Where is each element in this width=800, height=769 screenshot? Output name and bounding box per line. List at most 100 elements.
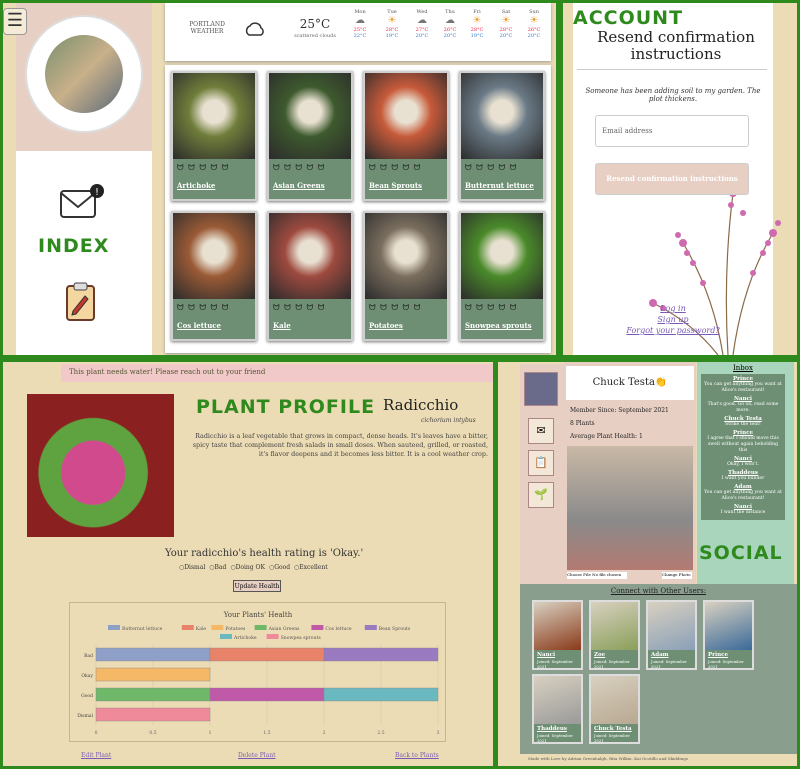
plant-profile-panel: This plant needs water! Please reach out… <box>3 362 493 766</box>
clipboard-icon[interactable] <box>64 281 98 323</box>
edit-plant-link[interactable]: Edit Plant <box>81 752 111 759</box>
plant-link[interactable]: Butternut lettuce <box>465 181 534 190</box>
sun-icon: ☀ <box>472 15 482 26</box>
connect-heading: Connect with Other Users: <box>610 587 707 595</box>
plant-scientific-name: cichorium intybus <box>421 417 476 424</box>
bar <box>209 687 325 702</box>
user-link[interactable]: Chuck Testa <box>594 726 632 732</box>
profile-avatar-icon[interactable] <box>524 372 558 406</box>
user-link[interactable]: Adam <box>651 652 669 658</box>
plant-image <box>461 213 543 299</box>
social-label: SOCIAL <box>699 542 783 564</box>
rating-icons: ᗢ ᗢ ᗢ ᗢ ᗢ <box>465 303 518 312</box>
inbox-message[interactable]: Chuck Testa Strike the tent! <box>703 416 783 428</box>
plant-link[interactable]: Potatoes <box>369 321 403 330</box>
inbox-message[interactable]: Prince You can get anything you want at A… <box>703 376 783 394</box>
bar <box>95 687 211 702</box>
x-tick-label: 1.5 <box>263 730 270 736</box>
user-link[interactable]: Prince <box>708 652 728 658</box>
change-photo-button[interactable]: Change Photo <box>662 572 692 579</box>
signup-link[interactable]: Sign up <box>583 314 763 325</box>
inbox-message[interactable]: Nanci I want the distance <box>703 504 783 516</box>
legend-swatch <box>254 625 267 630</box>
user-card[interactable]: Zoe Joined: September 2021 <box>589 600 640 670</box>
user-card[interactable]: Adam Joined: September 2021 <box>646 600 697 670</box>
health-radio[interactable]: ○Dismal <box>179 564 205 571</box>
user-link[interactable]: Thaddeus <box>537 726 567 732</box>
plant-card[interactable]: ᗢ ᗢ ᗢ ᗢ ᗢ Artichoke <box>171 71 257 201</box>
hamburger-menu-icon[interactable]: ☰ <box>3 8 27 35</box>
user-card[interactable]: Thaddeus Joined: September 2021 <box>532 674 583 744</box>
legend-swatch <box>108 625 120 630</box>
forecast-day: Sun ☀ 26°C 20°C <box>521 9 547 39</box>
index-panel: ! INDEX ☰ PORTLAND WEATHER 25°C scattered… <box>3 3 556 355</box>
weather-desc: scattered clouds <box>294 33 336 39</box>
forecast-day: Tue ☀ 28°C 19°C <box>379 9 405 39</box>
plant-link[interactable]: Bean Sprouts <box>369 181 422 190</box>
user-link[interactable]: Zoe <box>594 652 605 658</box>
health-radio[interactable]: ○Good <box>269 564 290 571</box>
back-to-plants-link[interactable]: Back to Plants <box>395 752 439 759</box>
user-link[interactable]: Nanci <box>537 652 555 658</box>
plant-card[interactable]: ᗢ ᗢ ᗢ ᗢ ᗢ Butternut lettuce <box>459 71 545 201</box>
plant-link[interactable]: Artichoke <box>177 181 215 190</box>
health-radio[interactable]: ○Excellent <box>294 564 328 571</box>
plant-link[interactable]: Snowpea sprouts <box>465 321 532 330</box>
user-image <box>591 676 638 724</box>
account-panel: ACCOUNT Resend confirmation instructions… <box>563 3 797 355</box>
legend-label: Artichoke <box>233 635 257 641</box>
legend-swatch <box>181 625 194 630</box>
inbox-title: Inbox <box>733 364 753 372</box>
update-health-button[interactable]: Update Health <box>233 580 281 592</box>
inbox-message[interactable]: Adam You can get anything you want at Ali… <box>703 484 783 502</box>
legend-label: Bean Sprouts <box>379 626 411 632</box>
plant-card[interactable]: ᗢ ᗢ ᗢ ᗢ ᗢ Snowpea sprouts <box>459 211 545 341</box>
sidebar-header <box>16 3 152 151</box>
mail-notification-icon[interactable]: ! <box>58 183 106 223</box>
cloud-icon: ☁ <box>445 15 455 26</box>
legend-label: Potatoes <box>225 626 246 632</box>
avatar-frame <box>25 15 143 133</box>
footer: Made with Love by Adrian Greenhalgh, Rit… <box>528 756 688 761</box>
water-alert-banner: This plant needs water! Please reach out… <box>61 364 493 382</box>
rating-icons: ᗢ ᗢ ᗢ ᗢ ᗢ <box>273 163 326 172</box>
user-card[interactable]: Nanci Joined: September 2021 <box>532 600 583 670</box>
inbox-message[interactable]: Nanci That's good. Go on, read some more. <box>703 396 783 414</box>
health-radio[interactable]: ○Bad <box>209 564 226 571</box>
health-chart: Your Plants' Health Butternut lettuce Kale… <box>69 602 446 742</box>
plant-link[interactable]: Kale <box>273 321 291 330</box>
rating-icons: ᗢ ᗢ ᗢ ᗢ ᗢ <box>369 163 422 172</box>
plant-link[interactable]: Asian Greens <box>273 181 325 190</box>
x-tick-label: 2 <box>323 730 326 736</box>
choose-file-button[interactable]: Choose File No file chosen <box>567 572 627 579</box>
user-card[interactable]: Prince Joined: September 2021 <box>703 600 754 670</box>
plant-icon[interactable]: 🌱 <box>528 482 554 508</box>
inbox-message[interactable]: Prince I agree that I should move this sw… <box>703 430 783 454</box>
inbox-message[interactable]: Nanci Okay, I won't. <box>703 456 783 468</box>
sun-icon: ☀ <box>529 15 539 26</box>
plant-card[interactable]: ᗢ ᗢ ᗢ ᗢ ᗢ Potatoes <box>363 211 449 341</box>
plant-card[interactable]: ᗢ ᗢ ᗢ ᗢ ᗢ Asian Greens <box>267 71 353 201</box>
delete-plant-link[interactable]: Delete Plant <box>238 752 276 759</box>
clipboard-icon[interactable]: 📋 <box>528 450 554 476</box>
avatar[interactable] <box>45 35 123 113</box>
rating-icons: ᗢ ᗢ ᗢ ᗢ ᗢ <box>369 303 422 312</box>
email-field[interactable]: Email address <box>595 115 749 147</box>
mail-icon[interactable]: ✉ <box>528 418 554 444</box>
plant-link[interactable]: Cos lettuce <box>177 321 221 330</box>
plant-name: Radicchio <box>383 396 459 414</box>
inbox-message[interactable]: Thaddeus I want you bunder <box>703 470 783 482</box>
user-card[interactable]: Chuck Testa Joined: September 2021 <box>589 674 640 744</box>
plant-card[interactable]: ᗢ ᗢ ᗢ ᗢ ᗢ Cos lettuce <box>171 211 257 341</box>
login-link[interactable]: Log in <box>583 303 763 314</box>
user-image <box>591 602 638 650</box>
plant-card[interactable]: ᗢ ᗢ ᗢ ᗢ ᗢ Kale <box>267 211 353 341</box>
plant-profile-label: PLANT PROFILE <box>196 396 376 418</box>
resend-button[interactable]: Resend confirmation instructions <box>595 163 749 195</box>
legend-label: Butternut lettuce <box>122 626 163 632</box>
plant-description: Radicchio is a leaf vegetable that grows… <box>192 432 488 458</box>
inbox-messages: Prince You can get anything you want at A… <box>701 374 785 520</box>
plant-card[interactable]: ᗢ ᗢ ᗢ ᗢ ᗢ Bean Sprouts <box>363 71 449 201</box>
forgot-password-link[interactable]: Forgot your password? <box>583 325 763 336</box>
health-radio[interactable]: ○Doing OK <box>230 564 265 571</box>
